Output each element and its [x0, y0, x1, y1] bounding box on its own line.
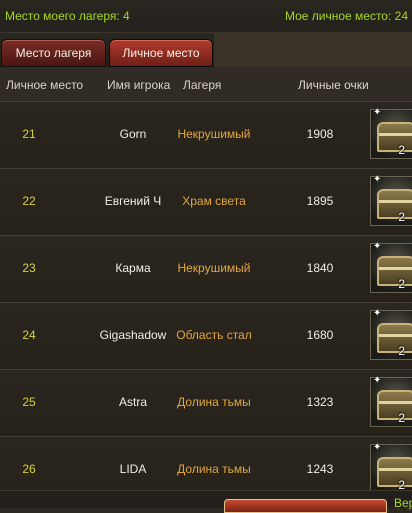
reward-quantity: 2: [398, 411, 405, 425]
tab-camp-place[interactable]: Место лагеря: [1, 39, 106, 67]
table-header: Личное место Имя игрока Лагеря Личные оч…: [0, 67, 412, 102]
table-row: 21 Gorn Некрушимый 1908 ✦ 2: [0, 101, 412, 168]
chest-icon[interactable]: ✦ 2: [370, 308, 412, 360]
points-cell: 1840: [306, 261, 334, 275]
table-row: 25 Astra Долина тьмы 1323 ✦ 2: [0, 369, 412, 436]
reward-quantity: 2: [398, 210, 405, 224]
player-name-cell[interactable]: Astra: [98, 395, 168, 409]
camp-name-cell[interactable]: Область стал: [170, 328, 258, 342]
column-camp: Лагеря: [183, 78, 222, 92]
rank-cell: 21: [22, 127, 36, 141]
chest-icon[interactable]: ✦ 2: [370, 442, 412, 494]
footer-button[interactable]: [224, 499, 387, 513]
column-points: Личные очки: [298, 78, 369, 92]
chest-icon[interactable]: ✦ 2: [370, 174, 412, 226]
points-cell: 1323: [306, 395, 334, 409]
table-row: 22 Евгений Ч Храм света 1895 ✦ 2: [0, 168, 412, 235]
reward-quantity: 2: [398, 143, 405, 157]
chest-icon[interactable]: ✦ 2: [370, 241, 412, 293]
table-row: 24 Gigashadow Область стал 1680 ✦ 2: [0, 302, 412, 369]
column-rank: Личное место: [6, 78, 84, 92]
camp-name-cell[interactable]: Некрушимый: [170, 127, 258, 141]
tab-personal-place[interactable]: Личное место: [109, 39, 213, 67]
rank-cell: 26: [22, 462, 36, 476]
ranking-table: 21 Gorn Некрушимый 1908 ✦ 2 22 Евгений Ч…: [0, 101, 412, 503]
player-name-cell[interactable]: Карма: [98, 261, 168, 275]
footer-link[interactable]: Вер: [394, 496, 412, 510]
table-row: 23 Карма Некрушимый 1840 ✦ 2: [0, 235, 412, 302]
points-cell: 1680: [306, 328, 334, 342]
status-bar: Место моего лагеря: 4 Мое личное место: …: [0, 0, 412, 33]
rank-cell: 23: [22, 261, 36, 275]
personal-place-text: Мое личное место: 24: [284, 9, 408, 23]
camp-name-cell[interactable]: Долина тьмы: [170, 395, 258, 409]
player-name-cell[interactable]: LIDA: [98, 462, 168, 476]
points-cell: 1243: [306, 462, 334, 476]
player-name-cell[interactable]: Евгений Ч: [98, 194, 168, 208]
camp-place-text: Место моего лагеря: 4: [5, 9, 130, 23]
column-player: Имя игрока: [107, 78, 171, 92]
points-cell: 1895: [306, 194, 334, 208]
rank-cell: 24: [22, 328, 36, 342]
rank-cell: 22: [22, 194, 36, 208]
chest-icon[interactable]: ✦ 2: [370, 107, 412, 159]
tab-bar: Место лагеря Личное место: [0, 33, 412, 67]
camp-name-cell[interactable]: Храм света: [170, 194, 258, 208]
camp-name-cell[interactable]: Долина тьмы: [170, 462, 258, 476]
player-name-cell[interactable]: Gigashadow: [98, 328, 168, 342]
footer-bar: Вер: [0, 490, 412, 513]
points-cell: 1908: [306, 127, 334, 141]
chest-icon[interactable]: ✦ 2: [370, 375, 412, 427]
rank-cell: 25: [22, 395, 36, 409]
tab-bar-filler: [214, 33, 412, 67]
camp-name-cell[interactable]: Некрушимый: [170, 261, 258, 275]
reward-quantity: 2: [398, 277, 405, 291]
player-name-cell[interactable]: Gorn: [98, 127, 168, 141]
reward-quantity: 2: [398, 344, 405, 358]
